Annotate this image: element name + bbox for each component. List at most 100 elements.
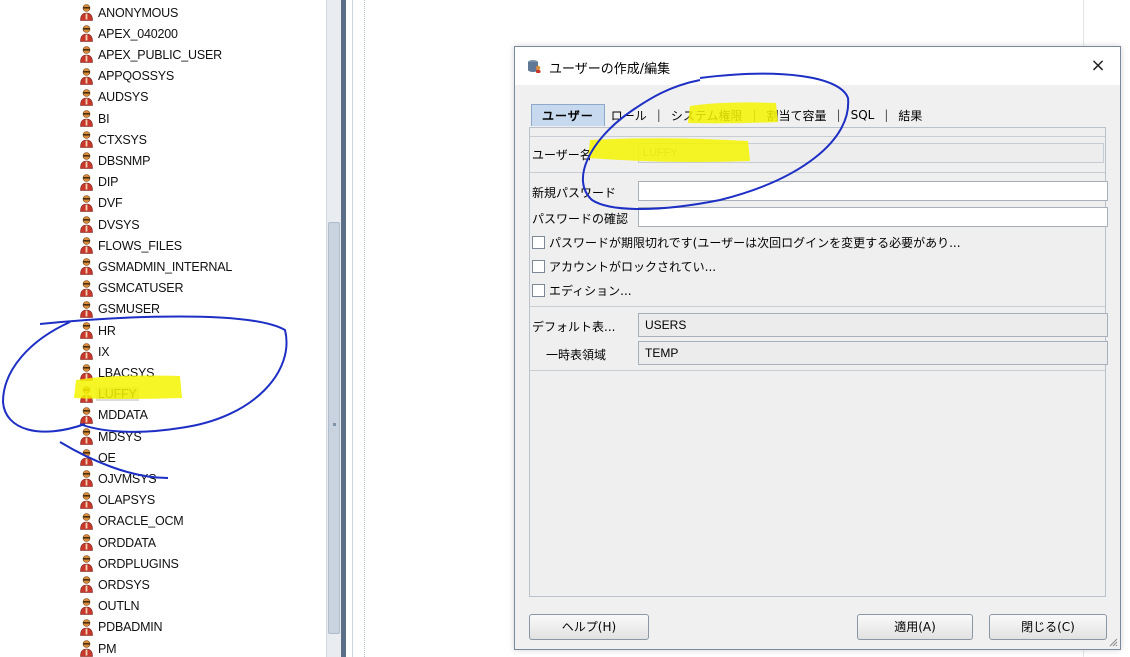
- tab-separator: |: [656, 108, 661, 122]
- resize-grip-icon[interactable]: [1108, 637, 1118, 647]
- tree-item[interactable]: DBSNMP: [80, 150, 150, 171]
- tree-item[interactable]: ANONYMOUS: [80, 2, 178, 23]
- password-expired-option[interactable]: パスワードが期限切れです(ユーザーは次回ログインを変更する必要があり...: [532, 234, 961, 251]
- user-icon: [80, 640, 93, 657]
- tree-item[interactable]: ORDPLUGINS: [80, 553, 179, 574]
- tree-item[interactable]: ORDSYS: [80, 574, 150, 595]
- tree-item[interactable]: BI: [80, 108, 110, 129]
- user-tree: ANONYMOUS APEX_040200 APEX_PUBLIC_USER APPQ…: [0, 0, 326, 657]
- tree-item[interactable]: OJVMSYS: [80, 468, 157, 489]
- tree-item-label: OJVMSYS: [98, 471, 157, 486]
- tree-item[interactable]: OE: [80, 447, 116, 468]
- tree-item[interactable]: IX: [80, 341, 110, 362]
- tree-item-label: ORACLE_OCM: [98, 514, 184, 529]
- pane-splitter[interactable]: [341, 0, 346, 657]
- tree-item[interactable]: LBACSYS: [80, 362, 154, 383]
- tab-sql[interactable]: SQL: [845, 107, 881, 123]
- scroll-thumb[interactable]: [328, 222, 340, 634]
- tree-item-label: OE: [98, 450, 116, 465]
- tree-item[interactable]: AUDSYS: [80, 87, 148, 108]
- password-expired-checkbox[interactable]: [532, 236, 545, 249]
- tab-results[interactable]: 結果: [892, 106, 928, 125]
- temp-tablespace-select[interactable]: TEMP: [638, 341, 1108, 365]
- user-icon: [80, 279, 93, 297]
- tree-item[interactable]: DVF: [80, 193, 123, 214]
- tab-separator: |: [884, 108, 889, 122]
- tree-item[interactable]: CTXSYS: [80, 129, 147, 150]
- tree-item-label: AUDSYS: [98, 90, 149, 105]
- account-locked-option[interactable]: アカウントがロックされてい...: [532, 258, 716, 275]
- tab-roles[interactable]: ロール: [605, 106, 653, 125]
- tree-item[interactable]: APEX_PUBLIC_USER: [80, 44, 222, 65]
- user-icon: [80, 173, 93, 191]
- tree-item-label: HR: [98, 323, 116, 338]
- tree-item[interactable]: FLOWS_FILES: [80, 235, 182, 256]
- scroll-grip-icon: [333, 423, 336, 426]
- tree-item-label: APEX_PUBLIC_USER: [98, 47, 222, 62]
- tree-item-label: ORDDATA: [98, 535, 156, 550]
- tree-item[interactable]: MDSYS: [80, 426, 142, 447]
- dialog-titlebar[interactable]: ユーザーの作成/編集 ×: [515, 47, 1120, 85]
- editions-option[interactable]: エディション...: [532, 282, 632, 299]
- tree-scrollbar[interactable]: [326, 0, 342, 657]
- tree-item[interactable]: LUFFY: [80, 384, 139, 405]
- tab-quotas[interactable]: 割当て容量: [761, 106, 833, 125]
- user-icon: [80, 470, 93, 488]
- tree-item[interactable]: APEX_040200: [80, 23, 178, 44]
- tree-item[interactable]: OLAPSYS: [80, 490, 155, 511]
- tab-user[interactable]: ユーザー: [531, 104, 605, 126]
- close-icon[interactable]: ×: [1086, 55, 1110, 77]
- tree-item[interactable]: GSMUSER: [80, 299, 160, 320]
- tree-item-label: DVSYS: [98, 217, 140, 232]
- user-icon: [80, 152, 93, 170]
- confirm-password-field[interactable]: [638, 207, 1108, 227]
- tree-item-label: OUTLN: [98, 599, 140, 614]
- account-locked-checkbox[interactable]: [532, 260, 545, 273]
- user-icon: [80, 491, 93, 509]
- username-label: ユーザー名: [532, 148, 592, 162]
- tree-item[interactable]: ORDDATA: [80, 532, 156, 553]
- tree-item-label: DBSNMP: [98, 153, 151, 168]
- tree-item[interactable]: DIP: [80, 172, 118, 193]
- close-button[interactable]: 閉じる(C): [989, 614, 1107, 640]
- tree-item[interactable]: PM: [80, 638, 117, 657]
- new-password-label: 新規パスワード: [532, 186, 617, 200]
- account-locked-label: アカウントがロックされてい...: [549, 260, 717, 274]
- tab-system-privileges[interactable]: システム権限: [665, 106, 749, 125]
- default-tablespace-select[interactable]: USERS: [638, 313, 1108, 337]
- new-password-field[interactable]: [638, 181, 1108, 201]
- user-icon: [80, 258, 93, 276]
- tree-item-label: GSMUSER: [98, 302, 160, 317]
- user-icon: [80, 88, 93, 106]
- tree-item[interactable]: DVSYS: [80, 214, 140, 235]
- tree-item[interactable]: MDDATA: [80, 405, 148, 426]
- tree-item[interactable]: GSMADMIN_INTERNAL: [80, 256, 232, 277]
- tree-item-label: MDSYS: [98, 429, 142, 444]
- user-icon: [80, 512, 93, 530]
- tree-item[interactable]: HR: [80, 320, 116, 341]
- default-tablespace-label: デフォルト表...: [532, 320, 616, 334]
- user-icon: [80, 343, 93, 360]
- user-icon: [80, 110, 93, 127]
- tree-item[interactable]: APPQOSSYS: [80, 66, 174, 87]
- tree-item-label: PDBADMIN: [98, 620, 163, 635]
- user-icon: [80, 555, 93, 572]
- panel-rule: [530, 370, 1105, 371]
- tree-item[interactable]: OUTLN: [80, 596, 140, 617]
- tree-item[interactable]: PDBADMIN: [80, 617, 163, 638]
- tree-item[interactable]: ORACLE_OCM: [80, 511, 184, 532]
- tree-item-label: PM: [98, 641, 117, 656]
- help-button[interactable]: ヘルプ(H): [529, 614, 649, 640]
- tree-item-label: LBACSYS: [98, 365, 155, 380]
- username-field: LUFFY: [638, 143, 1104, 163]
- user-icon: [80, 67, 93, 85]
- tab-separator: |: [752, 108, 757, 122]
- apply-button[interactable]: 適用(A): [857, 614, 973, 640]
- tree-item[interactable]: GSMCATUSER: [80, 278, 183, 299]
- editions-checkbox[interactable]: [532, 284, 545, 297]
- tree-item-label: ORDPLUGINS: [98, 556, 179, 571]
- tab-separator: |: [836, 108, 841, 122]
- password-expired-label: パスワードが期限切れです(ユーザーは次回ログインを変更する必要があり...: [549, 236, 961, 250]
- user-icon: [80, 385, 93, 403]
- tree-item-label: CTXSYS: [98, 132, 147, 147]
